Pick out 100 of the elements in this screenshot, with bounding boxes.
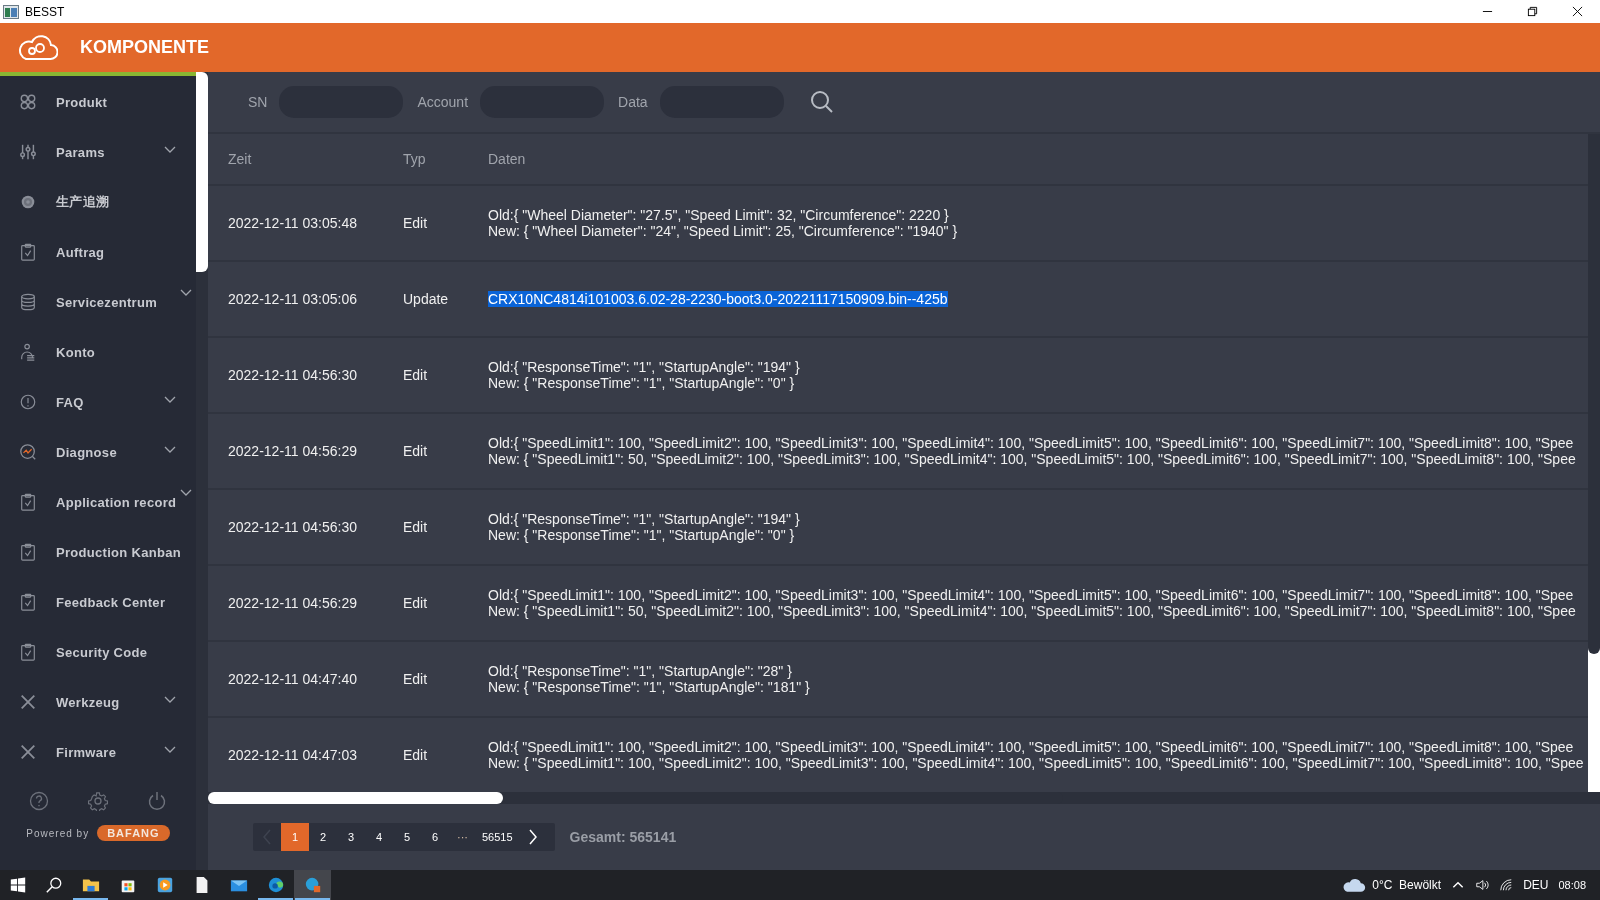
table-cell-text: Update — [403, 291, 450, 307]
restore-icon[interactable] — [1527, 6, 1538, 17]
weather-text[interactable]: 0°C Bewölkt — [1372, 878, 1442, 892]
app-title: KOMPONENTE — [80, 37, 209, 58]
table-cell-text: Edit — [403, 671, 429, 687]
chevron-down-icon — [164, 146, 176, 154]
table-cell: Old:{ "ResponseTime": "1", "StartupAngle": "194" } — [488, 511, 800, 527]
tools-icon — [19, 693, 37, 711]
sidebar-item[interactable]: Diagnose — [0, 427, 196, 477]
table-cell: New: { "Wheel Diameter": "24", "Speed Limit": 25, "Circumference": "1940" } — [488, 223, 958, 239]
chevron-down-icon — [180, 489, 192, 497]
windows-start-icon[interactable] — [9, 876, 27, 894]
speaker-icon[interactable] — [1475, 878, 1490, 892]
settings-icon[interactable] — [88, 791, 108, 811]
help-icon[interactable] — [29, 791, 50, 811]
sidebar-item[interactable]: FAQ — [0, 377, 196, 427]
page-button[interactable]: 56515 — [476, 823, 519, 851]
table-cell: New: { "ResponseTime": "1", "StartupAngle": "0" } — [488, 527, 795, 543]
sidebar-item[interactable]: Servicezentrum — [0, 277, 196, 327]
page-button[interactable]: 3 — [337, 823, 365, 851]
alert-icon — [19, 393, 37, 411]
table-cell-text: 2022-12-11 04:47:40 — [227, 671, 358, 687]
table-cell: Old:{ "SpeedLimit1": 100, "SpeedLimit2": 100, "SpeedLimit3": 100, "SpeedLimit4": 100, "SpeedLimit5": 100, "SpeedLimit6": 100, "SpeedLimit7": 100, "SpeedLimit8": 100, "Spee — [488, 587, 1574, 603]
column-header: Zeit — [227, 151, 253, 167]
table-cell-text: Edit — [403, 595, 429, 611]
clipboard-check-icon — [19, 243, 37, 261]
sliders-icon — [19, 143, 37, 161]
sidebar-item[interactable]: Production Kanban — [0, 527, 196, 577]
table-cell-text: 2022-12-11 04:56:29 — [227, 595, 358, 611]
clipboard-check-icon — [19, 593, 37, 611]
next-page-icon[interactable] — [527, 829, 538, 845]
chevron-down-icon — [164, 396, 176, 404]
horizontal-scrollbar[interactable] — [208, 792, 1600, 804]
sidebar-item[interactable]: Konto — [0, 327, 196, 377]
chart-icon — [19, 443, 37, 461]
language-indicator[interactable]: DEU — [1523, 878, 1549, 892]
table-cell-text: Edit — [403, 367, 429, 383]
search-icon[interactable] — [45, 876, 63, 894]
table-cell: New: { "ResponseTime": "1", "StartupAngle": "0" } — [488, 375, 795, 391]
sidebar-scrollbar[interactable] — [196, 72, 208, 870]
page-button[interactable]: 5 — [393, 823, 421, 851]
field-label: Account — [417, 94, 469, 110]
user-icon — [19, 343, 37, 361]
table-cell: Old:{ "ResponseTime": "1", "StartupAngle": "28" } — [488, 663, 792, 679]
chevron-down-icon — [164, 696, 176, 704]
clipboard-check-icon — [19, 493, 37, 511]
clipboard-check-icon — [19, 543, 37, 561]
page-button[interactable]: 4 — [365, 823, 393, 851]
total-count: Gesamt: 565141 — [569, 829, 677, 845]
power-icon[interactable] — [146, 791, 167, 811]
table-cell-text: Edit — [403, 747, 429, 763]
brand-badge: BAFANG — [97, 825, 170, 841]
cloud-gear-icon — [18, 34, 58, 61]
sidebar-item[interactable]: Feedback Center — [0, 577, 196, 627]
table-cell: Old:{ "Wheel Diameter": "27.5", "Speed Limit": 32, "Circumference": 2220 } — [488, 207, 949, 223]
close-icon[interactable] — [1572, 6, 1583, 17]
chevron-down-icon — [180, 289, 192, 297]
table-cell: New: { "ResponseTime": "1", "StartupAngle": "181" } — [488, 679, 810, 695]
sidebar-item[interactable]: Params — [0, 127, 196, 177]
chevron-down-icon — [164, 446, 176, 454]
more-pages-text[interactable]: ··· — [449, 831, 476, 843]
clock[interactable]: 08:08 — [1558, 879, 1586, 891]
wifi-icon[interactable] — [1499, 878, 1514, 892]
vertical-scrollbar[interactable] — [1588, 134, 1600, 792]
sidebar-item[interactable]: Application record — [0, 477, 196, 527]
table-cell-text: Edit — [403, 443, 429, 459]
search-icon[interactable] — [809, 90, 834, 114]
table-cell-text: 2022-12-11 03:05:48 — [227, 215, 358, 231]
table-cell-text: Edit — [403, 519, 429, 535]
cloud-icon[interactable] — [1342, 877, 1367, 893]
sidebar-item[interactable]: Auftrag — [0, 227, 196, 277]
sidebar-item[interactable]: 生产追溯 — [0, 177, 196, 227]
chevron-down-icon — [164, 746, 176, 754]
cloud-app-icon[interactable] — [294, 870, 331, 900]
clipboard-check-icon — [19, 643, 37, 661]
table-cell-text: 2022-12-11 04:56:29 — [227, 443, 358, 459]
sidebar-item[interactable]: Firmware — [0, 727, 196, 777]
target-icon — [19, 193, 37, 211]
sidebar-item[interactable]: Produkt — [0, 77, 196, 127]
table-cell-text: 2022-12-11 04:56:30 — [227, 367, 358, 383]
app-icon — [3, 4, 19, 19]
table-cell: Old:{ "ResponseTime": "1", "StartupAngle": "194" } — [488, 359, 800, 375]
sidebar-item[interactable]: Security Code — [0, 627, 196, 677]
database-icon — [19, 293, 37, 311]
table-cell: New: { "SpeedLimit1": 50, "SpeedLimit2": 100, "SpeedLimit3": 100, "SpeedLimit4": 100, "SpeedLimit5": 100, "SpeedLimit6": 100, "SpeedLimit7": 100, "SpeedLimit8": 100, "Spee — [488, 603, 1576, 619]
page-button[interactable]: 6 — [421, 823, 449, 851]
table-cell-text: 2022-12-11 04:56:30 — [227, 519, 358, 535]
powered-by-text: Powered by — [26, 827, 90, 839]
table-cell: Old:{ "SpeedLimit1": 100, "SpeedLimit2": 100, "SpeedLimit3": 100, "SpeedLimit4": 100, "SpeedLimit5": 100, "SpeedLimit6": 100, "SpeedLimit7": 100, "SpeedLimit8": 100, "Spee — [488, 435, 1574, 451]
tools-icon — [19, 743, 37, 761]
column-header: Typ — [403, 151, 427, 167]
sidebar-item[interactable]: Werkzeug — [0, 677, 196, 727]
field-label: SN — [248, 94, 268, 110]
column-header: Daten — [488, 151, 527, 167]
table-cell-text: 2022-12-11 03:05:06 — [227, 291, 358, 307]
window-title: BESST — [25, 4, 65, 19]
table-cell-text: 2022-12-11 04:47:03 — [227, 747, 358, 763]
table-cell: Old:{ "SpeedLimit1": 100, "SpeedLimit2": 100, "SpeedLimit3": 100, "SpeedLimit4": 100, "SpeedLimit5": 100, "SpeedLimit6": 100, "SpeedLimit7": 100, "SpeedLimit8": 100, "Spee — [488, 739, 1574, 755]
table-cell-text: Edit — [403, 215, 429, 231]
page-button[interactable]: 2 — [309, 823, 337, 851]
